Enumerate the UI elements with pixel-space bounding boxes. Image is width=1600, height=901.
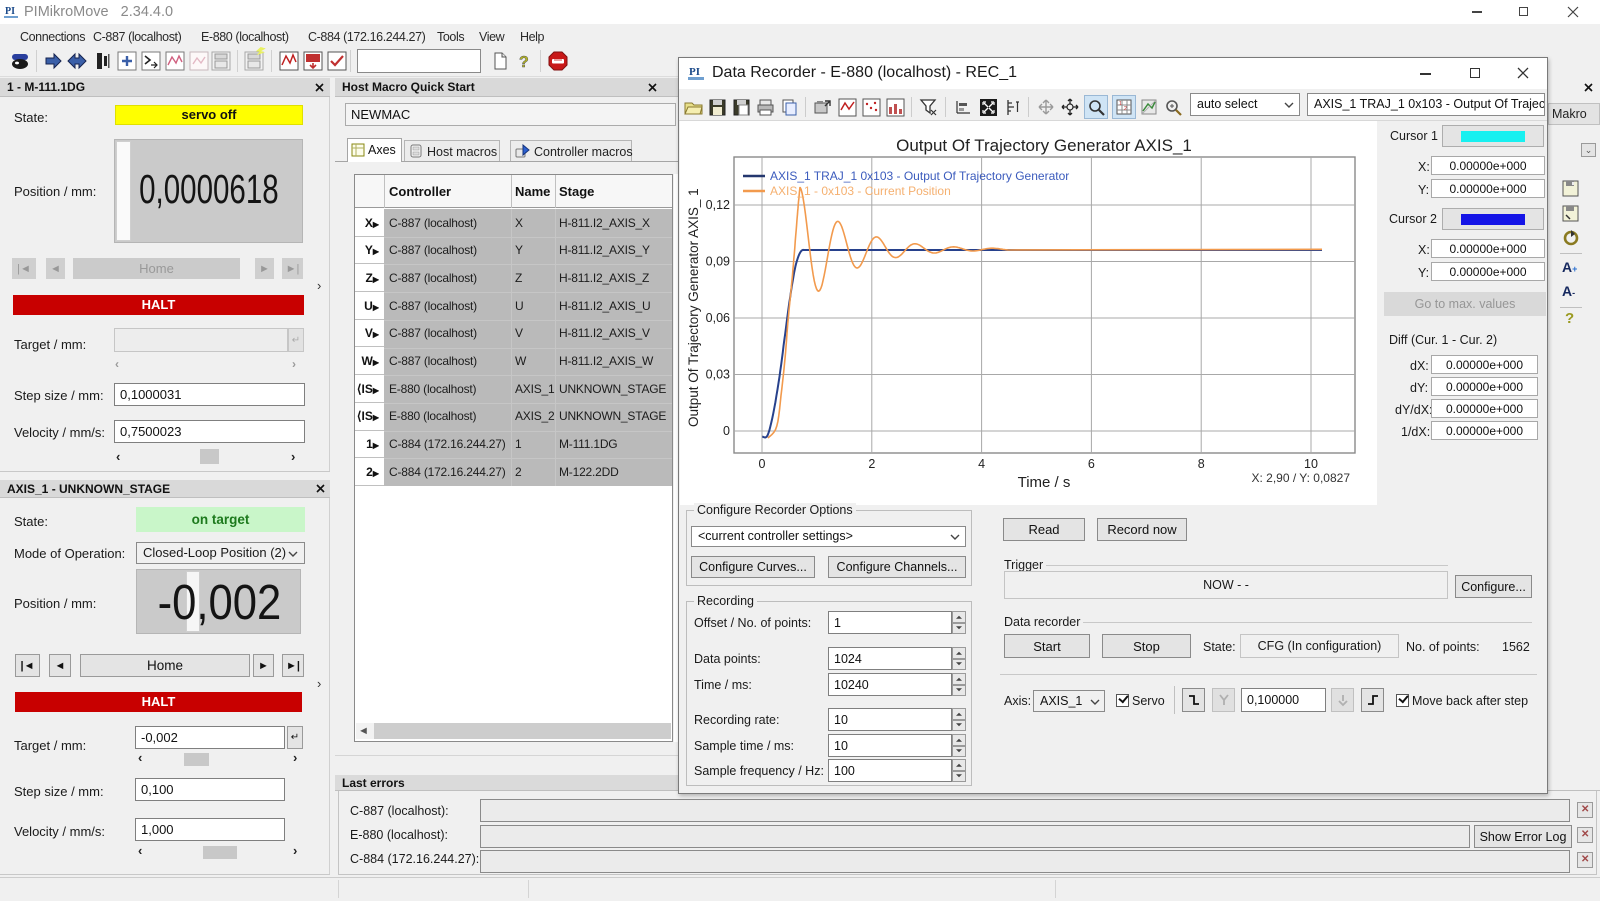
svg-text:10: 10 xyxy=(1304,457,1318,471)
svg-text:Output Of Trajectory Generator: Output Of Trajectory Generator AXIS_ 1 xyxy=(686,188,701,427)
svg-text:2: 2 xyxy=(868,457,875,471)
svg-text:0: 0 xyxy=(759,457,766,471)
svg-text:?: ? xyxy=(519,54,529,71)
svg-text:Output Of Trajectory Generator: Output Of Trajectory Generator AXIS_1 xyxy=(896,136,1192,155)
svg-text:4: 4 xyxy=(978,457,985,471)
svg-text:Time / s: Time / s xyxy=(1018,474,1071,491)
svg-text:0,09: 0,09 xyxy=(706,255,730,269)
svg-text:PI: PI xyxy=(5,6,15,17)
svg-text:8: 8 xyxy=(1198,457,1205,471)
svg-text:AXIS_1 TRAJ_1 0x103 - Output O: AXIS_1 TRAJ_1 0x103 - Output Of Trajecto… xyxy=(770,169,1069,183)
svg-text:X: 2,90 / Y: 0,0827: X: 2,90 / Y: 0,0827 xyxy=(1251,471,1350,485)
svg-text:0,03: 0,03 xyxy=(706,368,730,382)
svg-text:0,12: 0,12 xyxy=(706,198,730,212)
svg-text:0,06: 0,06 xyxy=(706,311,730,325)
svg-text:1: 1 xyxy=(1119,101,1122,107)
svg-text:2: 2 xyxy=(1124,106,1127,112)
svg-text:PI: PI xyxy=(689,66,700,78)
svg-text:AXIS_1 - 0x103 - Current Posit: AXIS_1 - 0x103 - Current Position xyxy=(770,184,951,198)
svg-text:6: 6 xyxy=(1088,457,1095,471)
svg-text:0: 0 xyxy=(723,424,730,438)
